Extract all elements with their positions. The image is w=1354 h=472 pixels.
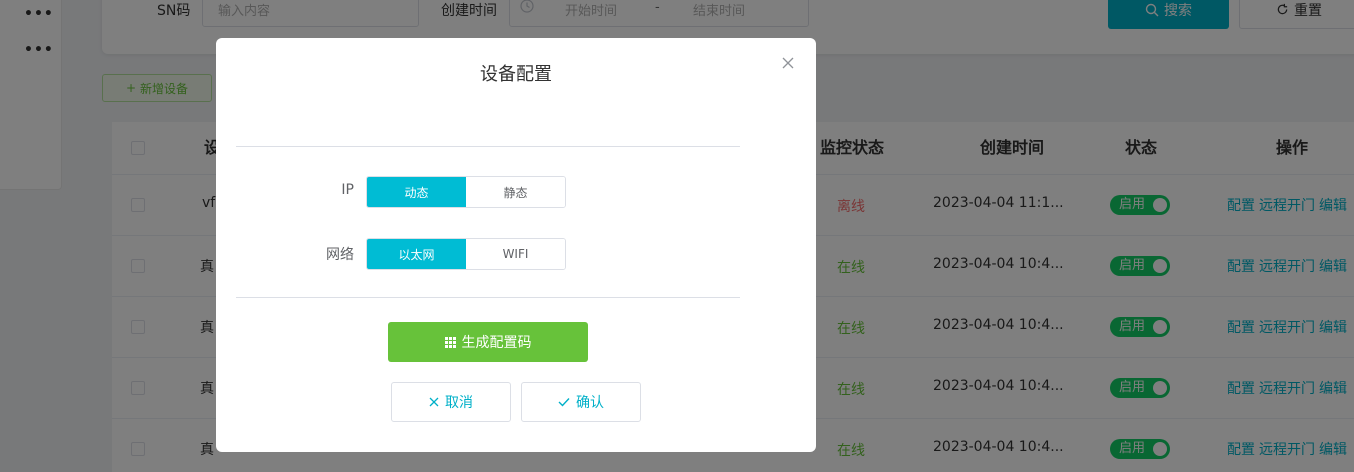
device-config-dialog: 设备配置 IP 动态 静态 网络 以太网 WIFI 生成配置码 取消 确认 [216, 38, 816, 452]
cancel-button[interactable]: 取消 [391, 382, 511, 422]
network-option-wifi[interactable]: WIFI [466, 239, 565, 269]
close-icon [429, 397, 439, 407]
network-label: 网络 [326, 247, 354, 263]
confirm-button-label: 确认 [576, 395, 604, 411]
check-icon [558, 398, 570, 407]
close-icon[interactable] [778, 54, 798, 74]
network-option-ethernet[interactable]: 以太网 [367, 239, 466, 269]
divider [236, 146, 740, 147]
generate-config-code-button[interactable]: 生成配置码 [388, 322, 588, 362]
ip-option-static[interactable]: 静态 [466, 177, 565, 207]
confirm-button[interactable]: 确认 [521, 382, 641, 422]
network-mode-toggle: 以太网 WIFI [366, 238, 566, 270]
ip-option-dynamic[interactable]: 动态 [367, 177, 466, 207]
cancel-button-label: 取消 [445, 395, 473, 411]
dialog-title: 设备配置 [480, 64, 552, 85]
grid-icon [444, 336, 456, 348]
ip-mode-toggle: 动态 静态 [366, 176, 566, 208]
ip-label: IP [341, 182, 354, 198]
divider [236, 297, 740, 298]
generate-config-code-label: 生成配置码 [461, 335, 532, 351]
